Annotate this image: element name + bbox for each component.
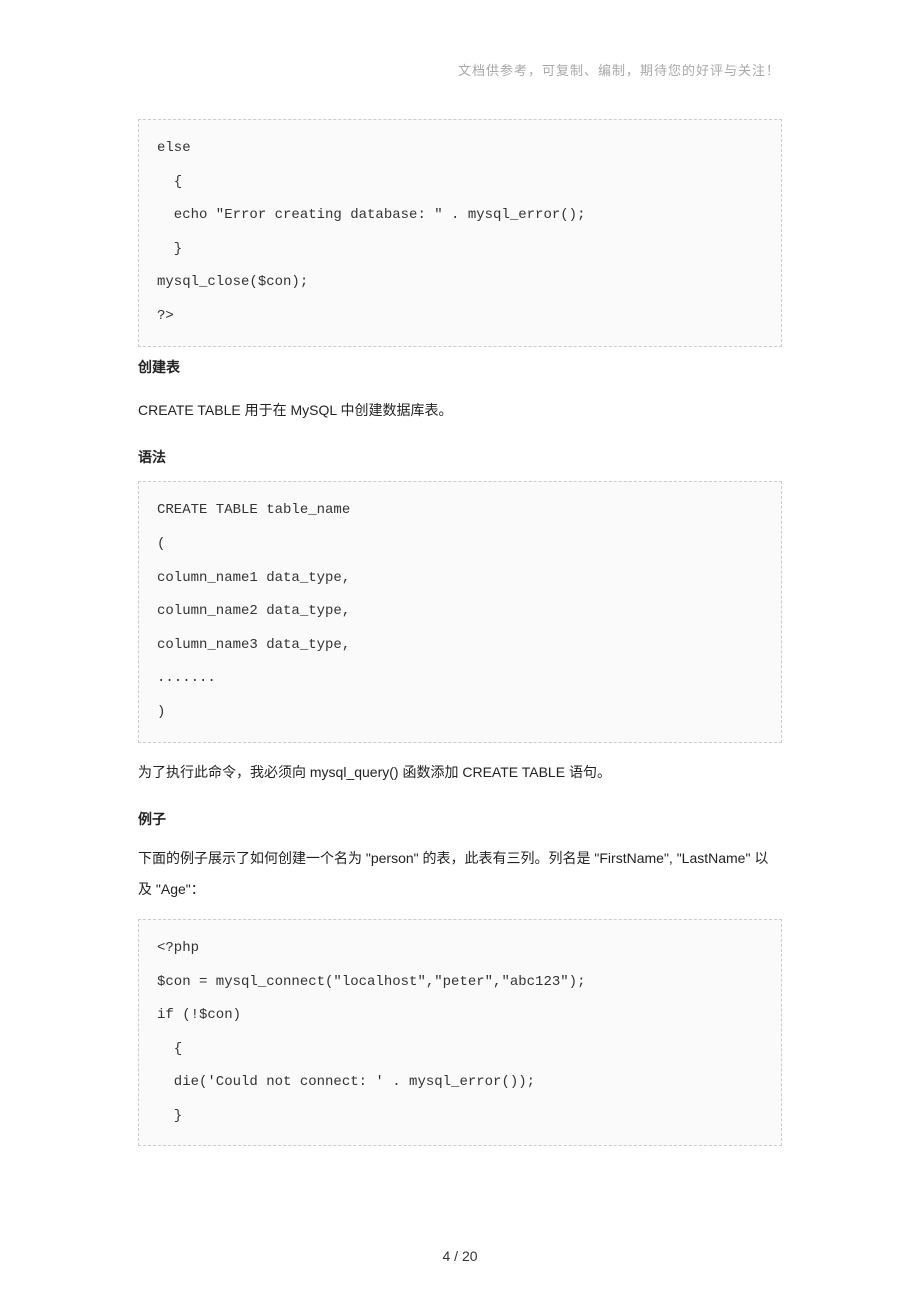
paragraph-execute-note: 为了执行此命令，我必须向 mysql_query() 函数添加 CREATE T… bbox=[138, 757, 782, 788]
code-block-2: CREATE TABLE table_name ( column_name1 d… bbox=[138, 481, 782, 742]
paragraph-example-intro: 下面的例子展示了如何创建一个名为 "person" 的表，此表有三列。列名是 "… bbox=[138, 843, 782, 905]
code-block-1: else { echo "Error creating database: " … bbox=[138, 119, 782, 347]
code-block-3: <?php $con = mysql_connect("localhost","… bbox=[138, 919, 782, 1147]
page-number: 4 / 20 bbox=[0, 1248, 920, 1264]
subheading-example: 例子 bbox=[138, 809, 782, 829]
heading-create-table: 创建表 bbox=[138, 357, 782, 377]
header-note: 文档供参考，可复制、编制，期待您的好评与关注！ bbox=[138, 60, 782, 79]
document-page: 文档供参考，可复制、编制，期待您的好评与关注！ else { echo "Err… bbox=[0, 0, 920, 1302]
paragraph-create-table-desc: CREATE TABLE 用于在 MySQL 中创建数据库表。 bbox=[138, 395, 782, 426]
subheading-syntax: 语法 bbox=[138, 447, 782, 467]
